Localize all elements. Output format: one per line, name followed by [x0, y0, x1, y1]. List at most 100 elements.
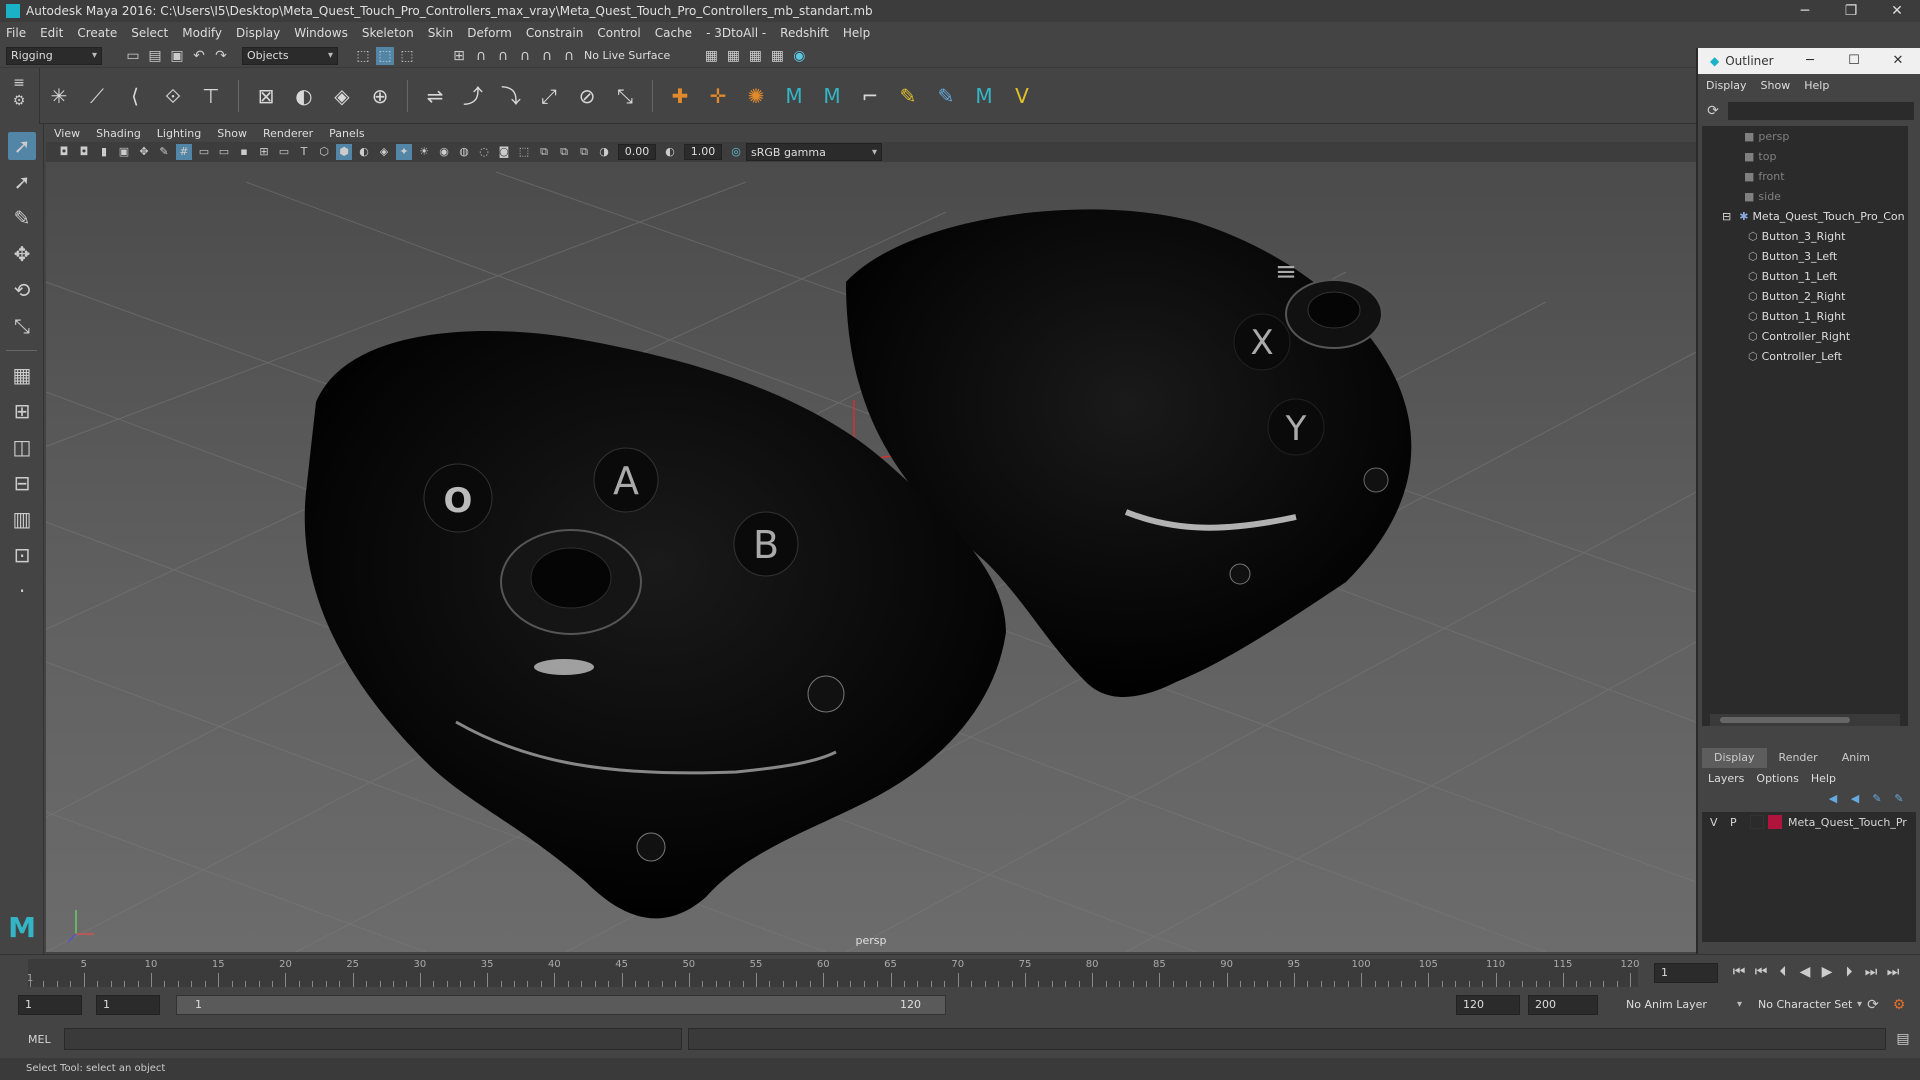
isolate-select-icon[interactable]: ⬚: [516, 144, 532, 160]
field-chart-icon[interactable]: ⊞: [256, 144, 272, 160]
mirror-joint-icon[interactable]: ⟐: [159, 82, 187, 110]
locator-star-icon[interactable]: ✺: [742, 82, 770, 110]
outliner-menu-help[interactable]: Help: [1804, 79, 1829, 92]
close-icon[interactable]: ✕: [1874, 0, 1920, 22]
exposure-field[interactable]: 0.00: [618, 144, 656, 160]
outliner-item[interactable]: ⬡ Controller_Right: [1702, 326, 1908, 346]
auto-key-icon[interactable]: ⟳: [1864, 996, 1882, 1014]
paint-tool-icon[interactable]: ✎: [894, 82, 922, 110]
outliner-menu-show[interactable]: Show: [1761, 79, 1791, 92]
xray-icon[interactable]: ⧉: [536, 144, 552, 160]
outliner-minimize-icon[interactable]: ─: [1788, 48, 1832, 74]
menu-file[interactable]: File: [6, 26, 26, 40]
image-plane-icon[interactable]: ▣: [116, 144, 132, 160]
menu-deform[interactable]: Deform: [467, 26, 512, 40]
shelf-settings-icon[interactable]: ⚙: [10, 92, 28, 110]
render-view-icon[interactable]: ▦: [702, 47, 720, 65]
tab-display[interactable]: Display: [1702, 748, 1767, 768]
outliner-scroll-thumb[interactable]: [1720, 717, 1850, 723]
maya-m2-icon[interactable]: M: [818, 82, 846, 110]
outliner-camera-front[interactable]: ■ front: [1702, 166, 1908, 186]
cluster-icon[interactable]: ⊕: [366, 82, 394, 110]
new-layer-icon[interactable]: ✎: [1890, 790, 1908, 808]
orient-joint-icon[interactable]: ⊤: [197, 82, 225, 110]
select-component-icon[interactable]: ⬚: [398, 47, 416, 65]
scale-constraint-icon[interactable]: ⤢: [535, 82, 563, 110]
snap-live-icon[interactable]: ∩: [560, 47, 578, 65]
lattice-icon[interactable]: ◈: [328, 82, 356, 110]
bind-skin-icon[interactable]: ⊠: [252, 82, 280, 110]
outliner-item[interactable]: ⬡ Button_3_Left: [1702, 246, 1908, 266]
current-frame-field[interactable]: 1: [1654, 963, 1718, 983]
orient-constraint-icon[interactable]: ⤵: [497, 82, 525, 110]
locator-pair-icon[interactable]: ✛: [704, 82, 732, 110]
save-scene-icon[interactable]: ▣: [168, 47, 186, 65]
menu-display[interactable]: Display: [236, 26, 280, 40]
snap-grid-icon[interactable]: ⊞: [450, 47, 468, 65]
move-layer-down-icon[interactable]: ◀: [1846, 790, 1864, 808]
script-editor-icon[interactable]: ▤: [1894, 1030, 1912, 1048]
new-scene-icon[interactable]: ▭: [124, 47, 142, 65]
four-view-layout-icon[interactable]: ⊞: [8, 397, 36, 425]
go-to-end-icon[interactable]: ⏭: [1884, 963, 1902, 981]
resolution-gate-icon[interactable]: ▭: [216, 144, 232, 160]
layer-menu-options[interactable]: Options: [1756, 772, 1798, 785]
menu-edit[interactable]: Edit: [40, 26, 63, 40]
snap-curve-icon[interactable]: ∩: [472, 47, 490, 65]
smooth-shade-icon[interactable]: ⬢: [336, 144, 352, 160]
point-constraint-icon[interactable]: ⤴: [459, 82, 487, 110]
brush-icon[interactable]: ✎: [932, 82, 960, 110]
gamma-field[interactable]: 1.00: [684, 144, 722, 160]
menu-create[interactable]: Create: [77, 26, 117, 40]
layer-row[interactable]: V P Meta_Quest_Touch_Pr: [1702, 812, 1916, 832]
menu-constrain[interactable]: Constrain: [526, 26, 584, 40]
shelf-menu-icon[interactable]: ≡: [10, 74, 28, 92]
outliner-menu-display[interactable]: Display: [1706, 79, 1747, 92]
safe-title-icon[interactable]: T: [296, 144, 312, 160]
use-lights-icon[interactable]: ✦: [396, 144, 412, 160]
outliner-close-icon[interactable]: ✕: [1876, 48, 1920, 74]
start-time-field[interactable]: 1: [18, 995, 82, 1015]
play-forwards-icon[interactable]: ▶: [1818, 963, 1836, 981]
menu-windows[interactable]: Windows: [294, 26, 348, 40]
ik-spline-icon[interactable]: ⟨: [121, 82, 149, 110]
go-to-start-icon[interactable]: ⏮: [1730, 963, 1748, 981]
move-layer-up-icon[interactable]: ◀: [1824, 790, 1842, 808]
persp-graph-layout-icon[interactable]: ⊟: [8, 469, 36, 497]
scale-tool-icon[interactable]: ⤡: [8, 312, 36, 340]
snap-point-icon[interactable]: ∩: [494, 47, 512, 65]
joint-tool-icon[interactable]: ✳: [45, 82, 73, 110]
layer-visibility-toggle[interactable]: V: [1710, 816, 1730, 829]
layer-color-swatch[interactable]: [1768, 815, 1782, 829]
collapse-icon[interactable]: ⊟: [1722, 210, 1731, 223]
outliner-item[interactable]: ⬡ Button_1_Left: [1702, 266, 1908, 286]
persp-outliner-layout-icon[interactable]: ◫: [8, 433, 36, 461]
ipr-render-icon[interactable]: ▦: [746, 47, 764, 65]
antialiasing-icon[interactable]: ◌: [476, 144, 492, 160]
panel-menu-shading[interactable]: Shading: [96, 127, 141, 140]
select-object-icon[interactable]: ⬚: [376, 46, 394, 65]
film-gate-icon[interactable]: ▭: [196, 144, 212, 160]
motion-blur-icon[interactable]: ◍: [456, 144, 472, 160]
outliner-item[interactable]: ⬡ Button_1_Right: [1702, 306, 1908, 326]
command-input[interactable]: [64, 1028, 682, 1050]
end-time-field[interactable]: 200: [1528, 995, 1598, 1015]
playback-end-field[interactable]: 120: [1456, 995, 1520, 1015]
v-tool-icon[interactable]: V: [1008, 82, 1036, 110]
hypershade-layout-icon[interactable]: ▥: [8, 505, 36, 533]
menu-control[interactable]: Control: [597, 26, 640, 40]
character-set-dropdown[interactable]: No Character Set: [1754, 995, 1866, 1013]
lasso-tool-icon[interactable]: ➚: [8, 168, 36, 196]
paint-select-icon[interactable]: ✎: [8, 204, 36, 232]
paint-weights-icon[interactable]: ◐: [290, 82, 318, 110]
outliner-maximize-icon[interactable]: ☐: [1832, 48, 1876, 74]
menu-set-dropdown[interactable]: Rigging: [6, 46, 102, 65]
hypershade-icon[interactable]: ◉: [790, 47, 808, 65]
outliner-camera-side[interactable]: ■ side: [1702, 186, 1908, 206]
play-backwards-icon[interactable]: ◀: [1796, 963, 1814, 981]
ambient-occlusion-icon[interactable]: ◉: [436, 144, 452, 160]
menu-skeleton[interactable]: Skeleton: [362, 26, 414, 40]
tab-anim[interactable]: Anim: [1830, 748, 1882, 768]
maya-m3-icon[interactable]: M: [970, 82, 998, 110]
outliner-item[interactable]: ⬡ Button_3_Right: [1702, 226, 1908, 246]
